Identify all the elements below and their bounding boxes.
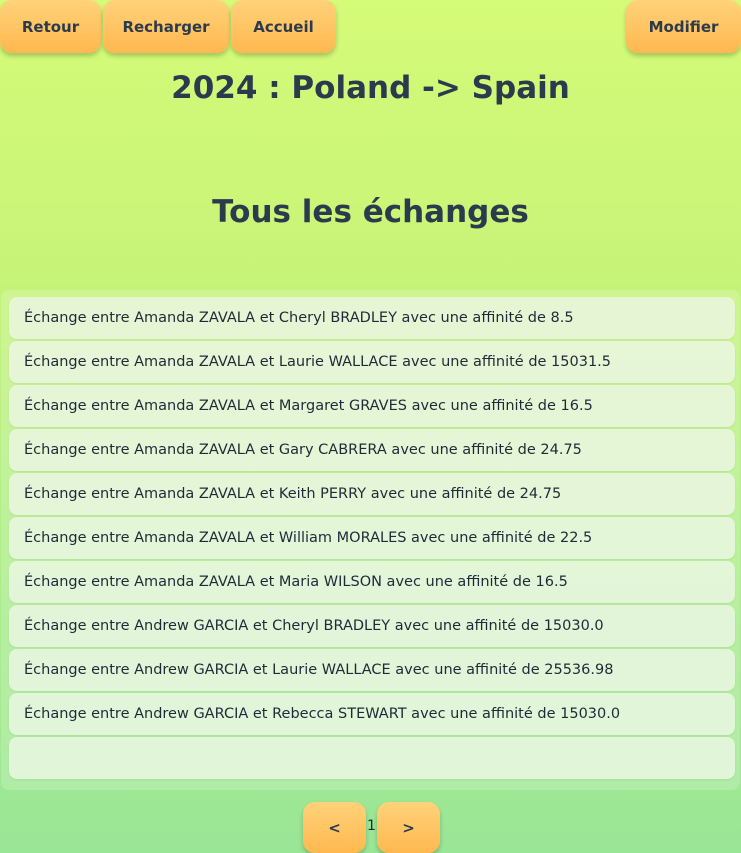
home-button[interactable]: Accueil bbox=[231, 0, 336, 53]
list-item[interactable]: Échange entre Andrew GARCIA et Laurie WA… bbox=[9, 649, 735, 691]
exchange-list: Échange entre Amanda ZAVALA et Cheryl BR… bbox=[1, 290, 740, 790]
list-item[interactable]: Échange entre Amanda ZAVALA et Margaret … bbox=[9, 385, 735, 427]
list-item[interactable]: Échange entre Andrew GARCIA et Rebecca S… bbox=[9, 693, 735, 735]
list-item[interactable]: Échange entre Amanda ZAVALA et Keith PER… bbox=[9, 473, 735, 515]
back-button[interactable]: Retour bbox=[0, 0, 101, 53]
list-item[interactable] bbox=[9, 737, 735, 779]
page-title: 2024 : Poland -> Spain bbox=[171, 70, 570, 106]
list-item[interactable]: Échange entre Amanda ZAVALA et Cheryl BR… bbox=[9, 297, 735, 339]
list-item[interactable]: Échange entre Amanda ZAVALA et Laurie WA… bbox=[9, 341, 735, 383]
list-item[interactable]: Échange entre Amanda ZAVALA et William M… bbox=[9, 517, 735, 559]
previous-page-button[interactable]: < bbox=[303, 802, 366, 853]
list-item[interactable]: Échange entre Andrew GARCIA et Cheryl BR… bbox=[9, 605, 735, 647]
reload-button[interactable]: Recharger bbox=[103, 0, 229, 53]
edit-button[interactable]: Modifier bbox=[626, 0, 741, 53]
list-item[interactable]: Échange entre Amanda ZAVALA et Maria WIL… bbox=[9, 561, 735, 603]
page-number: 1 bbox=[367, 818, 376, 834]
next-page-button[interactable]: > bbox=[377, 802, 440, 853]
list-item[interactable]: Échange entre Amanda ZAVALA et Gary CABR… bbox=[9, 429, 735, 471]
section-title: Tous les échanges bbox=[212, 194, 529, 230]
